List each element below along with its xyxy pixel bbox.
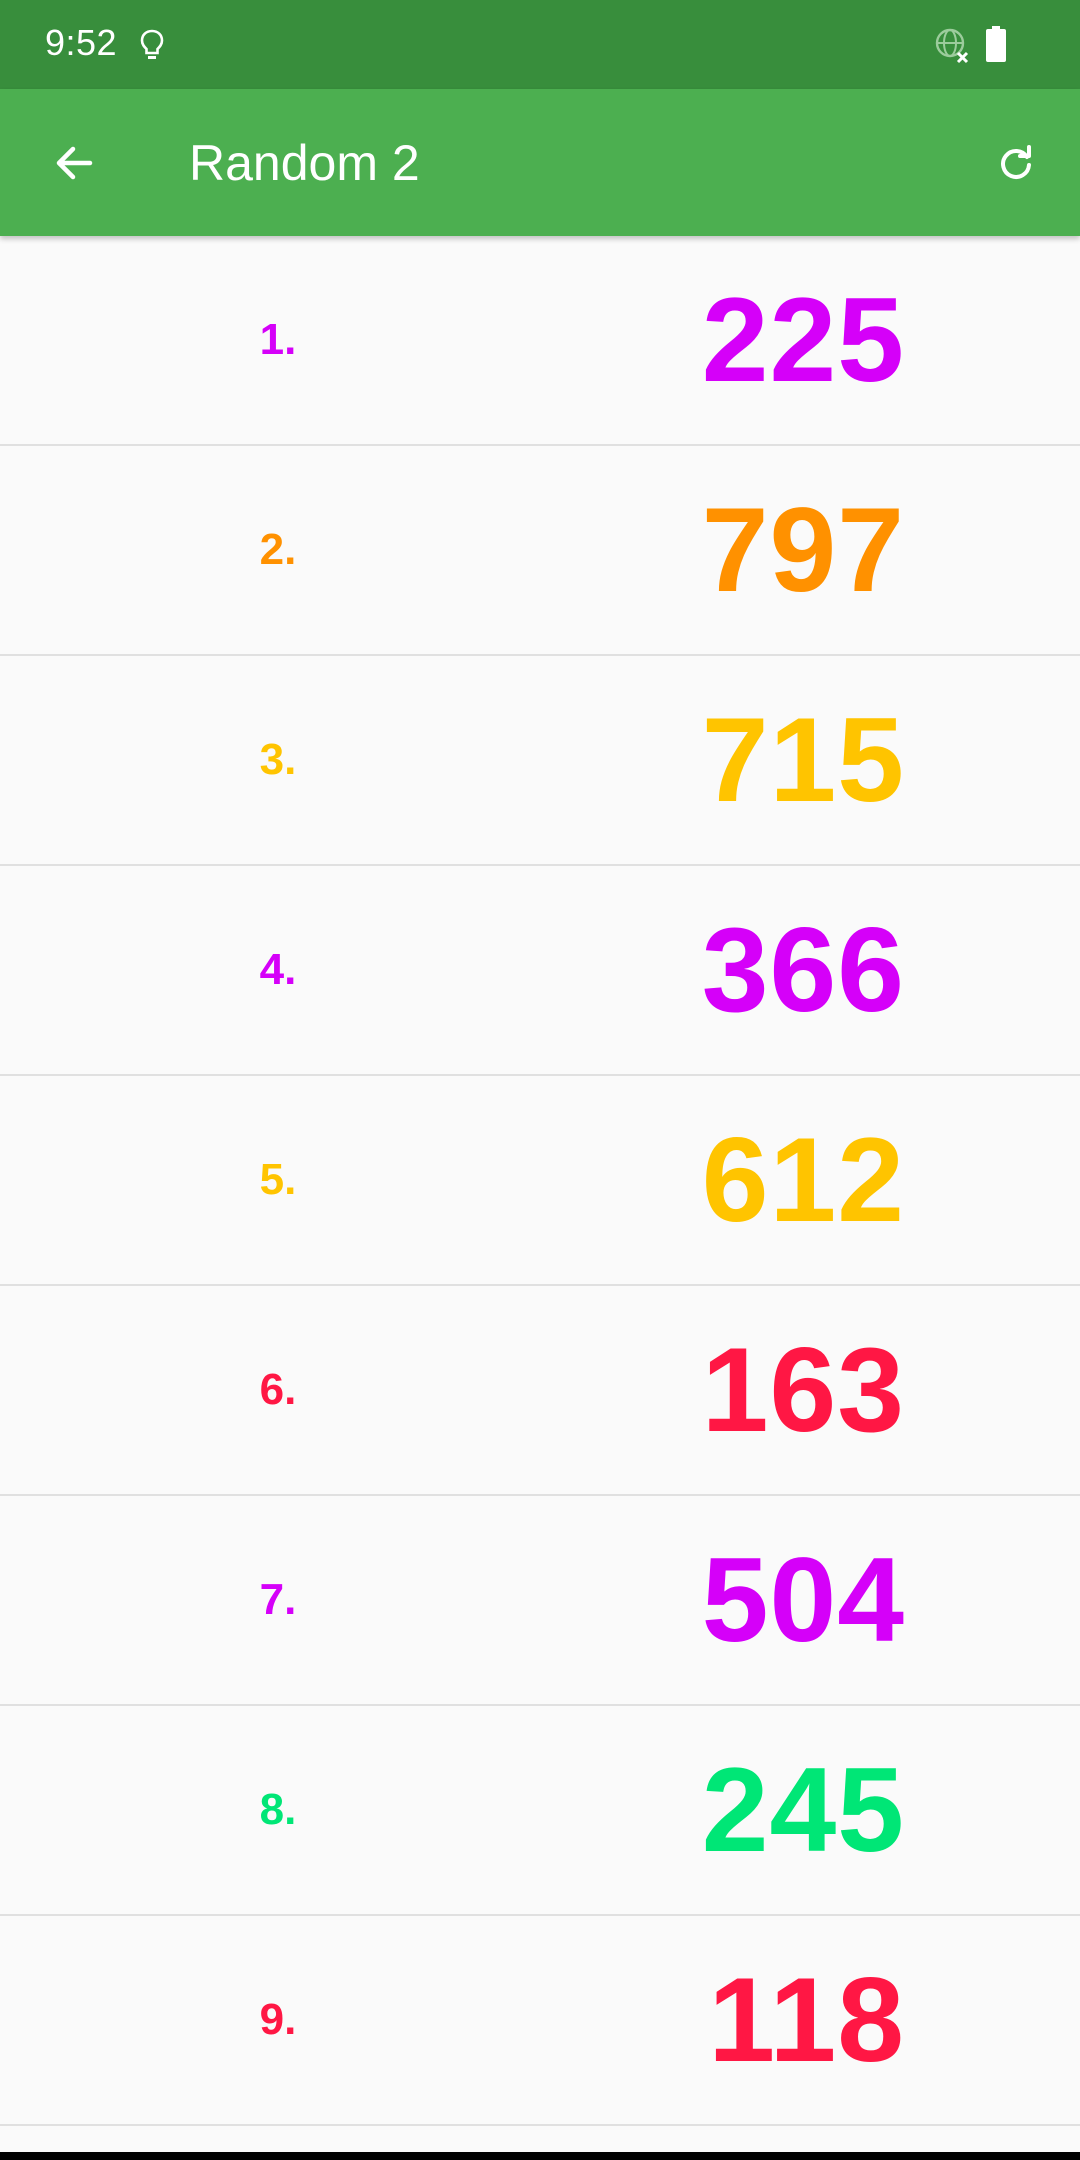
list-item-value: 366 (701, 903, 905, 1037)
list-item-index: 9. (259, 1995, 297, 2044)
list-item[interactable]: 5. 612 (0, 1076, 1080, 1286)
battery-icon (985, 26, 1007, 62)
list-item[interactable]: 6. 163 (0, 1286, 1080, 1496)
list-item[interactable]: 7. 504 (0, 1496, 1080, 1706)
list-item[interactable]: 8. 245 (0, 1706, 1080, 1916)
list-item-value: 118 (708, 1953, 905, 2087)
number-list: 1. 225 2. 797 3. 715 4. 366 5. 612 6. 16… (0, 236, 1080, 2126)
list-item-index: 4. (259, 945, 297, 994)
status-bar: 9:52 (0, 0, 1080, 89)
list-item-value: 612 (701, 1113, 905, 1247)
list-item-index: 7. (259, 1575, 297, 1624)
refresh-icon (1001, 145, 1031, 179)
list-item-index: 3. (259, 735, 297, 784)
status-time: 9:52 (45, 22, 118, 63)
list-item-index: 8. (259, 1785, 297, 1834)
navigation-bar (0, 2152, 1080, 2160)
app-bar: Random 2 (0, 89, 1080, 236)
list-item[interactable]: 1. 225 (0, 236, 1080, 446)
list-item-index: 1. (259, 315, 297, 364)
list-item[interactable]: 3. 715 (0, 656, 1080, 866)
globe-off-icon (933, 26, 971, 64)
list-item-value: 225 (701, 273, 905, 407)
arrow-left-icon (56, 146, 93, 180)
list-item-value: 245 (701, 1743, 905, 1877)
list-item[interactable]: 4. 366 (0, 866, 1080, 1076)
page-title: Random 2 (189, 135, 420, 191)
list-item-value: 163 (701, 1323, 905, 1457)
list-item-value: 504 (701, 1533, 905, 1667)
list-item[interactable]: 9. 118 (0, 1916, 1080, 2126)
list-item-index: 5. (259, 1155, 297, 1204)
refresh-button[interactable] (972, 119, 1060, 207)
back-button[interactable] (30, 119, 118, 207)
list-item-value: 797 (701, 483, 905, 617)
list-item[interactable]: 2. 797 (0, 446, 1080, 656)
list-item-index: 2. (259, 525, 297, 574)
list-item-value: 715 (701, 693, 905, 827)
list-item-index: 6. (259, 1365, 297, 1414)
lightbulb-icon (139, 28, 165, 62)
